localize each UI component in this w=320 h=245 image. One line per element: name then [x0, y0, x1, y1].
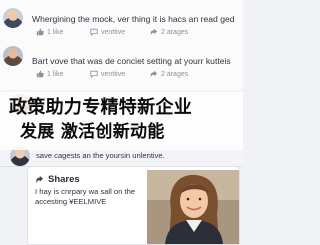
share-icon [150, 70, 158, 78]
share-icon [36, 175, 44, 184]
shares-header: Shares [35, 174, 80, 185]
profile-photo[interactable] [147, 170, 239, 244]
feed-post[interactable]: Whergining the mock, ver thing it is hac… [0, 0, 243, 45]
shares-title: Shares [48, 174, 80, 185]
comment-label: venttive [101, 28, 126, 36]
post-actions: 1 like venttive 2 arages [36, 28, 188, 36]
share-count: 2 arages [161, 70, 189, 78]
like-button[interactable]: 1 like [36, 28, 90, 36]
comment-icon [90, 70, 98, 78]
avatar[interactable] [3, 8, 23, 28]
woman-portrait-image [147, 170, 239, 244]
post-text: Whergining the mock, ver thing it is hac… [32, 14, 237, 24]
share-icon [150, 28, 158, 36]
share-button[interactable]: 2 arages [150, 70, 188, 78]
like-icon [36, 70, 44, 78]
shares-text-line-1: I hay is cnrpary wa sall on the [35, 187, 136, 196]
like-count: 1 like [47, 28, 64, 36]
share-button[interactable]: 2 arages [150, 28, 188, 36]
post-actions: 1 like venttive 2 arages [36, 70, 188, 78]
comment-icon [90, 28, 98, 36]
share-count: 2 arages [161, 28, 189, 36]
like-count: 1 like [47, 70, 64, 78]
comment-button[interactable]: venttive [90, 70, 150, 78]
avatar[interactable] [3, 46, 23, 66]
like-button[interactable]: 1 like [36, 70, 90, 78]
post-text: save cagests an the yoursin unlentive. [36, 151, 165, 160]
shares-text-line-2: accesting ¥EELMIVE [35, 197, 107, 206]
comment-label: venttive [101, 70, 126, 78]
like-icon [36, 28, 44, 36]
headline-line-1: 政策助力专精特新企业 [9, 97, 192, 118]
comment-button[interactable]: venttive [90, 28, 150, 36]
post-text: Bart vove that was de conciet setting at… [32, 56, 231, 66]
shares-text: I hay is cnrpary wa sall on the accestin… [35, 187, 147, 207]
feed-post[interactable]: Bart vove that was de conciet setting at… [0, 44, 243, 91]
shares-card[interactable]: Shares I hay is cnrpary wa sall on the a… [27, 166, 240, 245]
headline-line-2: 发展 激活创新动能 [20, 122, 165, 142]
headline-overlay: 政策助力专精特新企业 发展 激活创新动能 [0, 92, 243, 150]
